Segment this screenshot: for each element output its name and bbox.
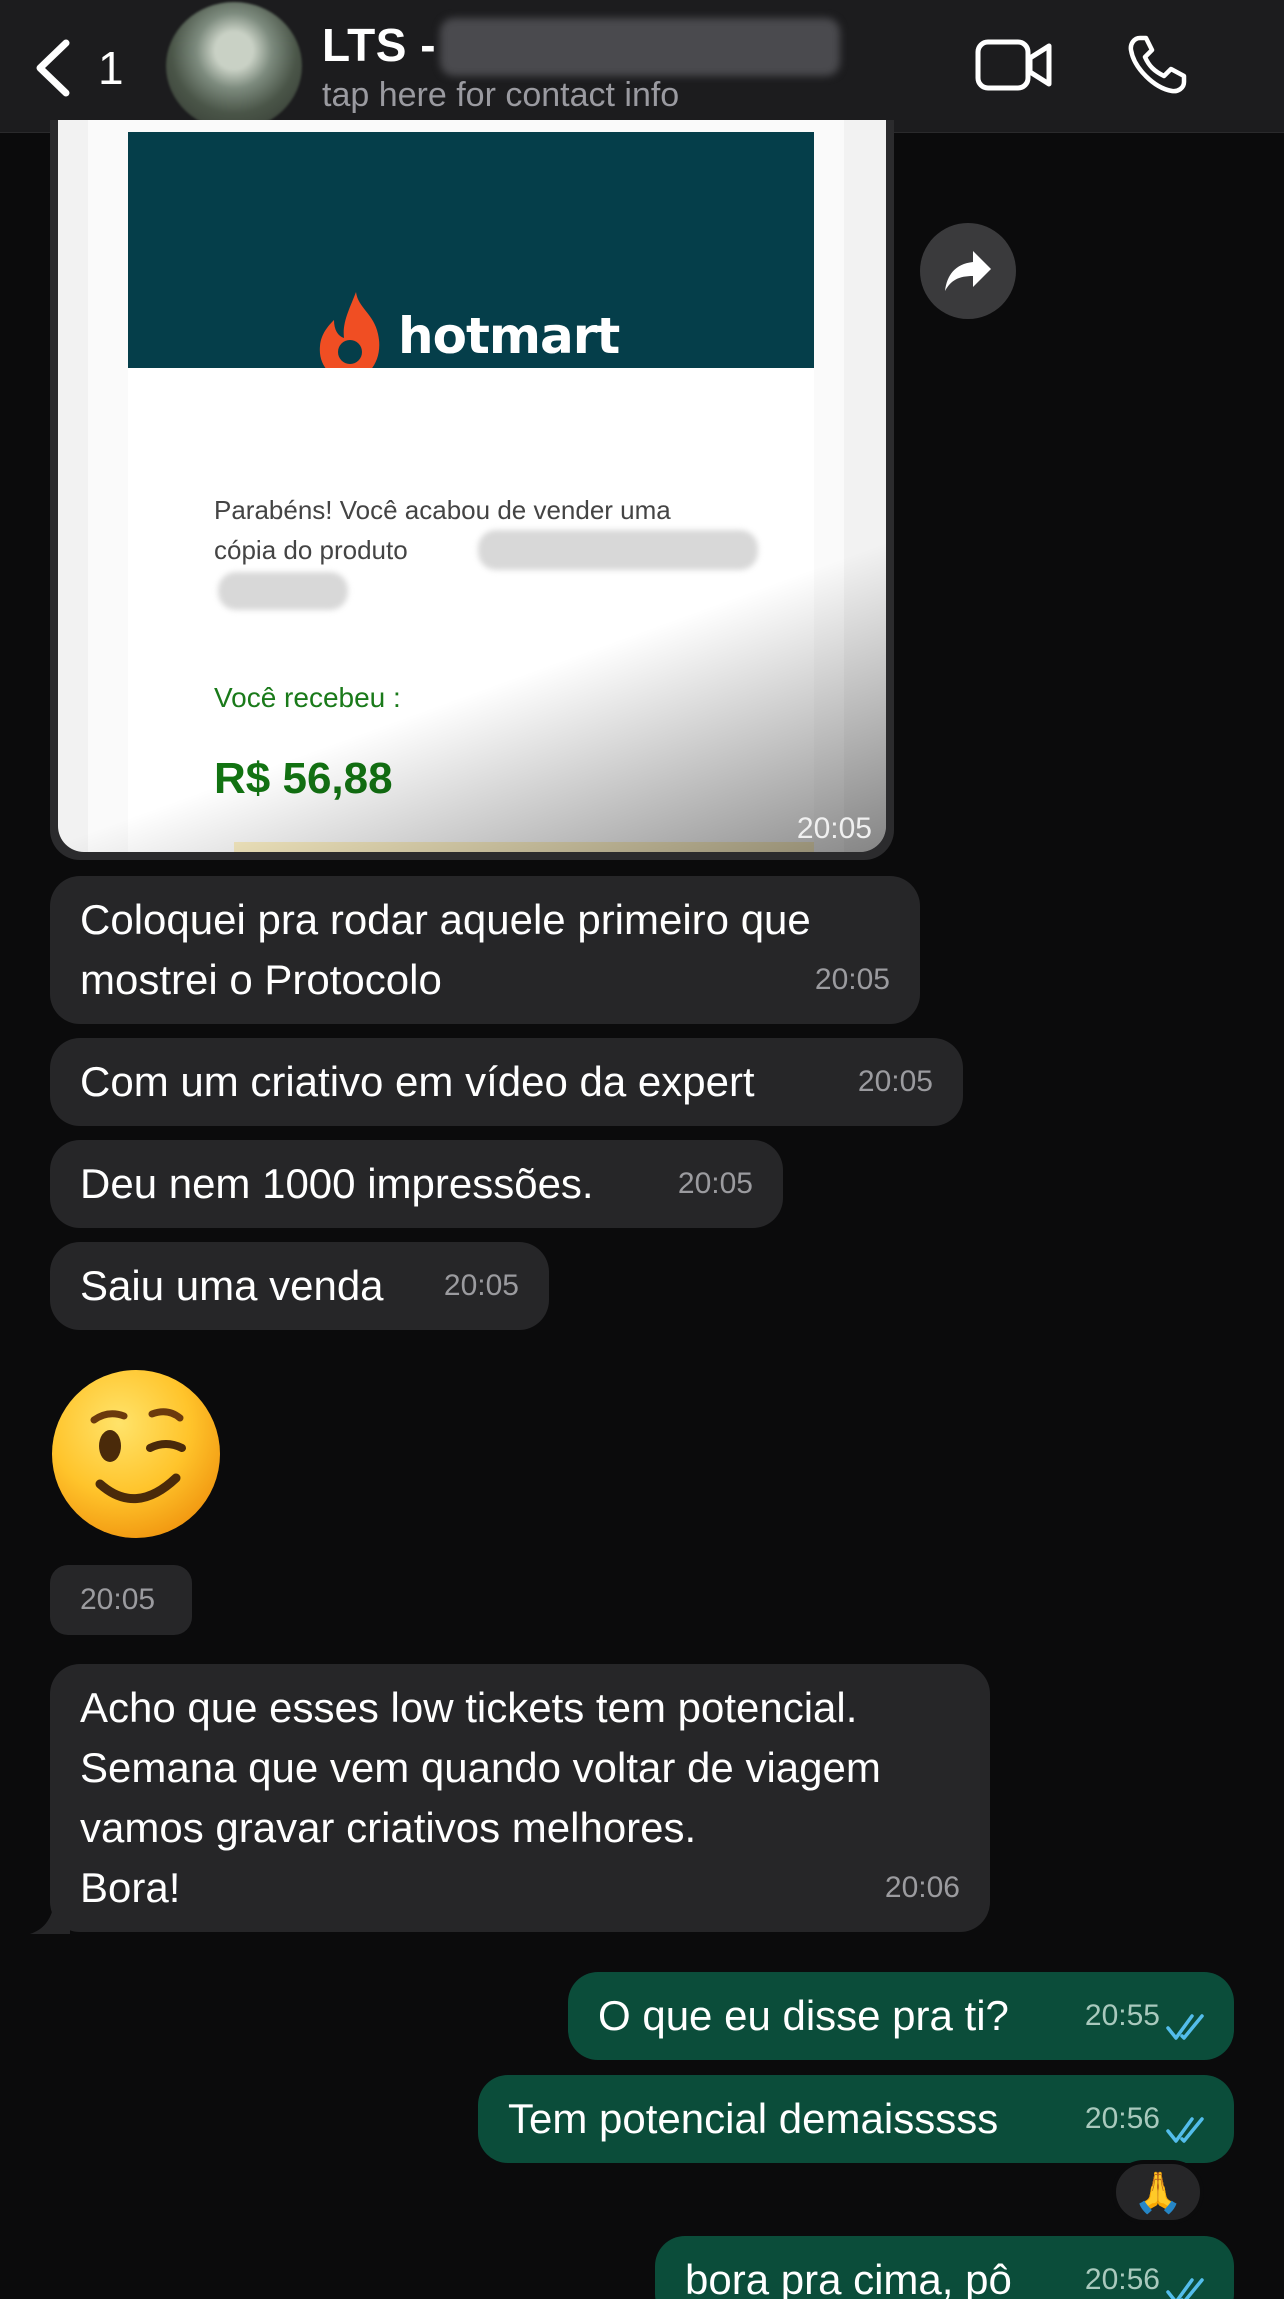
received-label: Você recebeu : — [214, 682, 401, 713]
message-text: Com um criativo em vídeo da expert — [80, 1058, 755, 1105]
message-time: 20:05 — [857, 1065, 933, 1098]
message-text: Acho que esses low tickets tem potencial… — [80, 1684, 881, 1911]
message-time: 20:56 — [1084, 2263, 1160, 2296]
video-call-icon[interactable] — [974, 36, 1054, 94]
back-button[interactable]: 1 — [30, 28, 124, 108]
winking-face-emoji[interactable] — [50, 1366, 222, 1542]
message-text: bora pra cima, pô — [685, 2256, 1012, 2299]
redacted-name — [440, 18, 840, 76]
contact-avatar[interactable] — [166, 2, 302, 130]
incoming-message[interactable]: Coloquei pra rodar aquele primeiro que m… — [50, 876, 920, 1024]
incoming-message[interactable]: Saiu uma venda 20:05 — [50, 1242, 549, 1330]
message-time: 20:05 — [443, 1269, 519, 1302]
hotmart-screenshot: hotmart Parabéns! Você acabou de vender … — [58, 120, 886, 852]
outgoing-message[interactable]: O que eu disse pra ti? 20:55 — [568, 1972, 1234, 2060]
message-time: 20:56 — [1084, 2102, 1160, 2135]
incoming-message[interactable]: Acho que esses low tickets tem potencial… — [50, 1664, 990, 1932]
incoming-message[interactable]: Com um criativo em vídeo da expert 20:05 — [50, 1038, 963, 1126]
redacted-product — [218, 572, 348, 610]
message-time: 20:05 — [677, 1167, 753, 1200]
message-time: 20:06 — [884, 1871, 960, 1904]
message-time: 20:05 — [80, 1583, 156, 1616]
incoming-message[interactable]: Deu nem 1000 impressões. 20:05 — [50, 1140, 783, 1228]
forward-button[interactable] — [920, 223, 1016, 319]
message-time: 20:05 — [796, 812, 872, 845]
message-time: 20:05 — [814, 963, 890, 996]
emoji-time-bubble: 20:05 — [50, 1565, 192, 1635]
message-text: Deu nem 1000 impressões. — [80, 1160, 594, 1207]
outgoing-message[interactable]: Tem potencial demaisssss 20:56 — [478, 2075, 1234, 2163]
read-receipt-icon — [1166, 2014, 1204, 2040]
contact-info-hint[interactable]: tap here for contact info — [322, 76, 679, 115]
back-chevron-icon — [36, 39, 70, 97]
message-time: 20:55 — [1084, 1999, 1160, 2032]
chat-header: 1 LTS - tap here for contact info — [0, 0, 1284, 133]
message-text: Saiu uma venda — [80, 1262, 384, 1309]
outgoing-message[interactable]: bora pra cima, pô 20:56 — [655, 2236, 1234, 2299]
phone-call-icon[interactable] — [1126, 34, 1190, 96]
image-message[interactable]: hotmart Parabéns! Você acabou de vender … — [50, 120, 894, 860]
read-receipt-icon — [1166, 2117, 1204, 2143]
bubble-tail — [30, 1890, 70, 1934]
forward-icon — [945, 251, 991, 291]
unread-count: 1 — [98, 42, 124, 94]
message-text: Tem potencial demaisssss — [508, 2095, 999, 2142]
contact-name[interactable]: LTS - — [322, 18, 436, 72]
sale-amount: R$ 56,88 — [214, 754, 393, 803]
reaction-badge[interactable]: 🙏 — [1112, 2160, 1204, 2224]
read-receipt-icon — [1166, 2278, 1204, 2299]
redacted-product — [478, 530, 758, 570]
message-text: O que eu disse pra ti? — [598, 1992, 1009, 2039]
hotmart-wordmark: hotmart — [398, 307, 620, 365]
message-text: Coloquei pra rodar aquele primeiro que m… — [80, 896, 811, 1003]
